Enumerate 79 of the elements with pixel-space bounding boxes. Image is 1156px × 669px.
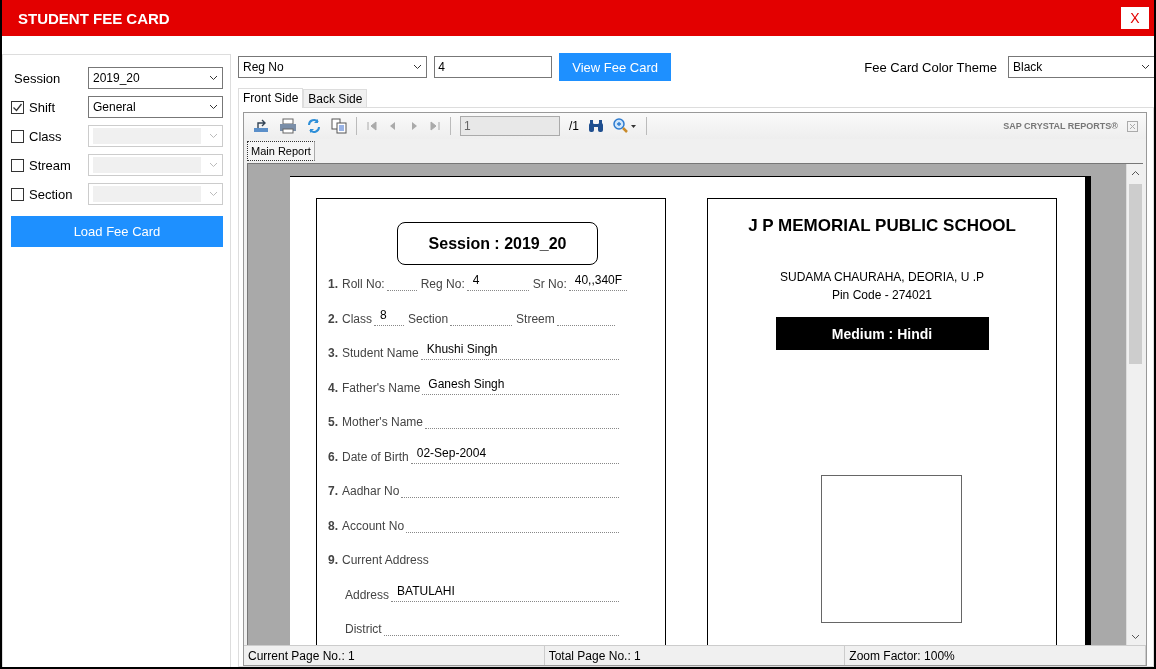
copy-icon[interactable]: [331, 118, 347, 134]
binoculars-icon[interactable]: [588, 119, 604, 133]
chevron-down-icon: [413, 64, 423, 70]
item-number: 4.: [328, 380, 338, 395]
field-label: Streem: [516, 311, 555, 326]
field-label: Roll No:: [342, 277, 385, 291]
item-number: 8.: [328, 518, 338, 533]
theme-label: Fee Card Color Theme: [864, 59, 997, 75]
first-page-icon[interactable]: [366, 120, 378, 132]
session-heading: Session : 2019_20: [397, 222, 598, 265]
field-value: BATULAHI: [397, 583, 455, 598]
zoom-icon[interactable]: [613, 118, 637, 134]
item-number: 1.: [328, 277, 338, 291]
field-label: Student Name: [342, 346, 419, 360]
export-icon[interactable]: [252, 118, 270, 134]
field-label: Class: [342, 311, 373, 326]
dropdown[interactable]: Black: [1008, 56, 1154, 78]
medium-banner: Medium : Hindi: [775, 317, 989, 350]
item-number: 5.: [328, 415, 338, 429]
field-label: Reg No:: [420, 277, 465, 291]
field-label: Account No: [342, 518, 405, 533]
school-name: J P MEMORIAL PUBLIC SCHOOL: [748, 216, 1016, 236]
field-value: Ganesh Singh: [428, 376, 505, 391]
brand-label: SAP CRYSTAL REPORTS®: [1003, 121, 1118, 131]
filter-label: Section: [29, 186, 73, 202]
field-label: Father's Name: [342, 380, 421, 395]
chevron-down-icon: [1141, 64, 1150, 70]
chevron-down-icon: [209, 104, 218, 110]
field-label: Sr No:: [532, 277, 567, 291]
scroll-up-icon[interactable]: [1130, 169, 1140, 176]
item-number: 3.: [328, 346, 338, 360]
scroll-thumb[interactable]: [1128, 184, 1142, 364]
close-icon[interactable]: [1127, 120, 1138, 132]
field-label: Date of Birth: [342, 449, 409, 464]
filter-label: Class: [29, 128, 62, 144]
item-number: 9.: [328, 553, 338, 567]
item-number: 6.: [328, 449, 338, 464]
dropdown[interactable]: General: [88, 96, 223, 118]
window-title: STUDENT FEE CARD: [18, 9, 170, 27]
field-value: 8: [380, 307, 387, 322]
school-address: SUDAMA CHAURAHA, DEORIA, U .P: [779, 270, 984, 284]
chevron-down-icon: [209, 133, 218, 139]
chevron-down-icon: [209, 191, 218, 197]
tab[interactable]: Back Side: [303, 89, 368, 107]
field-value: 02-Sep-2004: [416, 445, 487, 460]
close-button[interactable]: X: [1121, 7, 1149, 29]
scroll-down-icon[interactable]: [1130, 633, 1140, 640]
scrollbar[interactable]: [1126, 164, 1143, 645]
field-value: 4: [472, 273, 480, 287]
field-label: Mother's Name: [342, 415, 423, 429]
chevron-down-icon: [209, 162, 218, 168]
filter-label: Shift: [29, 99, 55, 115]
status-text: Total Page No.: 1: [544, 646, 846, 665]
refresh-icon[interactable]: [306, 118, 322, 134]
report-tab[interactable]: Main Report: [247, 141, 315, 161]
field-value: 40,,340F: [574, 273, 623, 287]
field-label: Current Address: [342, 553, 429, 567]
printer-icon[interactable]: [279, 118, 297, 134]
item-number: 7.: [328, 484, 338, 498]
dropdown[interactable]: Reg No: [238, 56, 428, 78]
tab[interactable]: Front Side: [238, 88, 304, 108]
filter-label: Stream: [29, 157, 71, 173]
chevron-down-icon: [209, 75, 218, 81]
last-page-icon[interactable]: [429, 120, 441, 132]
field-label: District: [345, 622, 382, 636]
field-value: Khushi Singh: [426, 342, 498, 356]
pin-code: Pin Code - 274021: [831, 288, 933, 302]
field-label: Address: [345, 587, 390, 602]
checkbox[interactable]: [11, 100, 24, 114]
filter-label: Session: [14, 70, 61, 86]
dropdown[interactable]: 2019_20: [88, 67, 223, 89]
search-field[interactable]: 4: [434, 56, 553, 78]
status-text: Zoom Factor: 100%: [845, 646, 1146, 665]
page-total: /1: [569, 119, 579, 133]
item-number: 2.: [328, 311, 338, 326]
status-text: Current Page No.: 1: [244, 646, 545, 665]
page-number-field[interactable]: 1: [460, 116, 560, 136]
field-label: Aadhar No: [342, 484, 400, 498]
field-label: Section: [408, 311, 449, 326]
